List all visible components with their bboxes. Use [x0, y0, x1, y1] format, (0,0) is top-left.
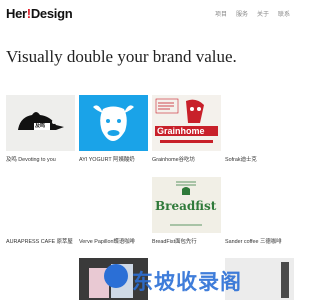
- project-thumbnail[interactable]: 及鸣: [6, 95, 75, 151]
- page-tagline: Visually double your brand value.: [6, 47, 237, 66]
- project-caption[interactable]: Sander coffee 三德咖啡: [225, 237, 282, 245]
- nav-about[interactable]: 关于: [257, 9, 269, 18]
- project-caption[interactable]: Grainhome谷吃坊: [152, 155, 195, 163]
- project-caption[interactable]: AURAPRESS CAFE 原萃屋: [6, 237, 73, 245]
- project-caption[interactable]: BreadFist面包先行: [152, 237, 197, 245]
- site-logo[interactable]: Her!Design: [6, 6, 73, 21]
- project-thumbnail[interactable]: [225, 177, 294, 233]
- nav-projects[interactable]: 项目: [215, 9, 227, 18]
- breadfist-logo-text: Breadfist: [155, 199, 217, 213]
- project-thumbnail[interactable]: Grainhome: [152, 95, 221, 151]
- header: Her!Design 项目 服务 关于 联系: [0, 0, 300, 28]
- cow-icon: [93, 105, 134, 141]
- watermark-logo-icon: [104, 264, 128, 288]
- grainhome-artwork: [155, 98, 218, 143]
- project-thumbnail[interactable]: [6, 177, 75, 233]
- grainhome-logo-text: Grainhome: [157, 126, 205, 136]
- project-thumbnail[interactable]: [225, 95, 294, 151]
- project-thumbnail[interactable]: [79, 95, 148, 151]
- jiming-logo-text: 及鸣: [35, 123, 46, 129]
- watermark-text: 东坡收录阁: [132, 270, 242, 294]
- project-caption[interactable]: AYI YOGURT 阿姨酸奶: [79, 155, 135, 163]
- project-thumbnail[interactable]: Breadfist: [152, 177, 221, 233]
- project-caption[interactable]: Sofrak迪士克: [225, 155, 257, 163]
- project-thumbnail[interactable]: [79, 177, 148, 233]
- nav-contact[interactable]: 联系: [278, 9, 290, 18]
- nav-services[interactable]: 服务: [236, 9, 248, 18]
- project-caption[interactable]: Verve Papillon蝶语咖啡: [79, 237, 135, 245]
- project-caption[interactable]: 及鸣 Devoting to you: [6, 155, 56, 163]
